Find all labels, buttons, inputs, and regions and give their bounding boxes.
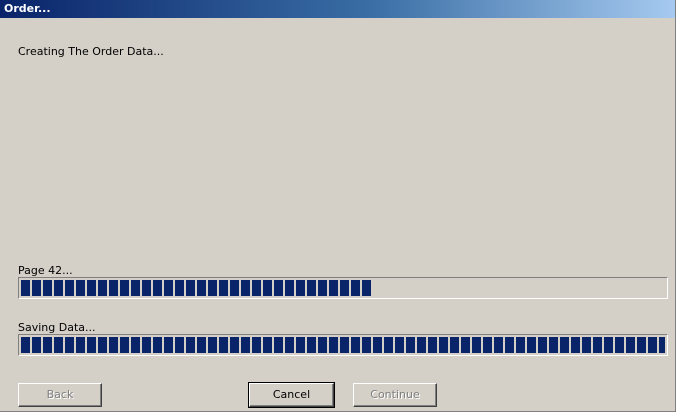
saving-progress-fill <box>21 337 665 353</box>
cancel-button[interactable]: Cancel <box>248 382 335 408</box>
title-bar[interactable]: Order... <box>0 0 675 18</box>
window-title: Order... <box>4 2 51 15</box>
page-progress-bar <box>18 277 668 299</box>
page-progress-label: Page 42... <box>18 264 73 277</box>
saving-progress-bar <box>18 334 668 356</box>
saving-progress-label: Saving Data... <box>18 321 96 334</box>
continue-button[interactable]: Continue <box>353 383 437 407</box>
status-message: Creating The Order Data... <box>18 45 164 58</box>
page-progress-fill <box>21 280 372 296</box>
order-dialog: Order... Creating The Order Data... Page… <box>0 0 676 412</box>
back-button[interactable]: Back <box>18 383 102 407</box>
